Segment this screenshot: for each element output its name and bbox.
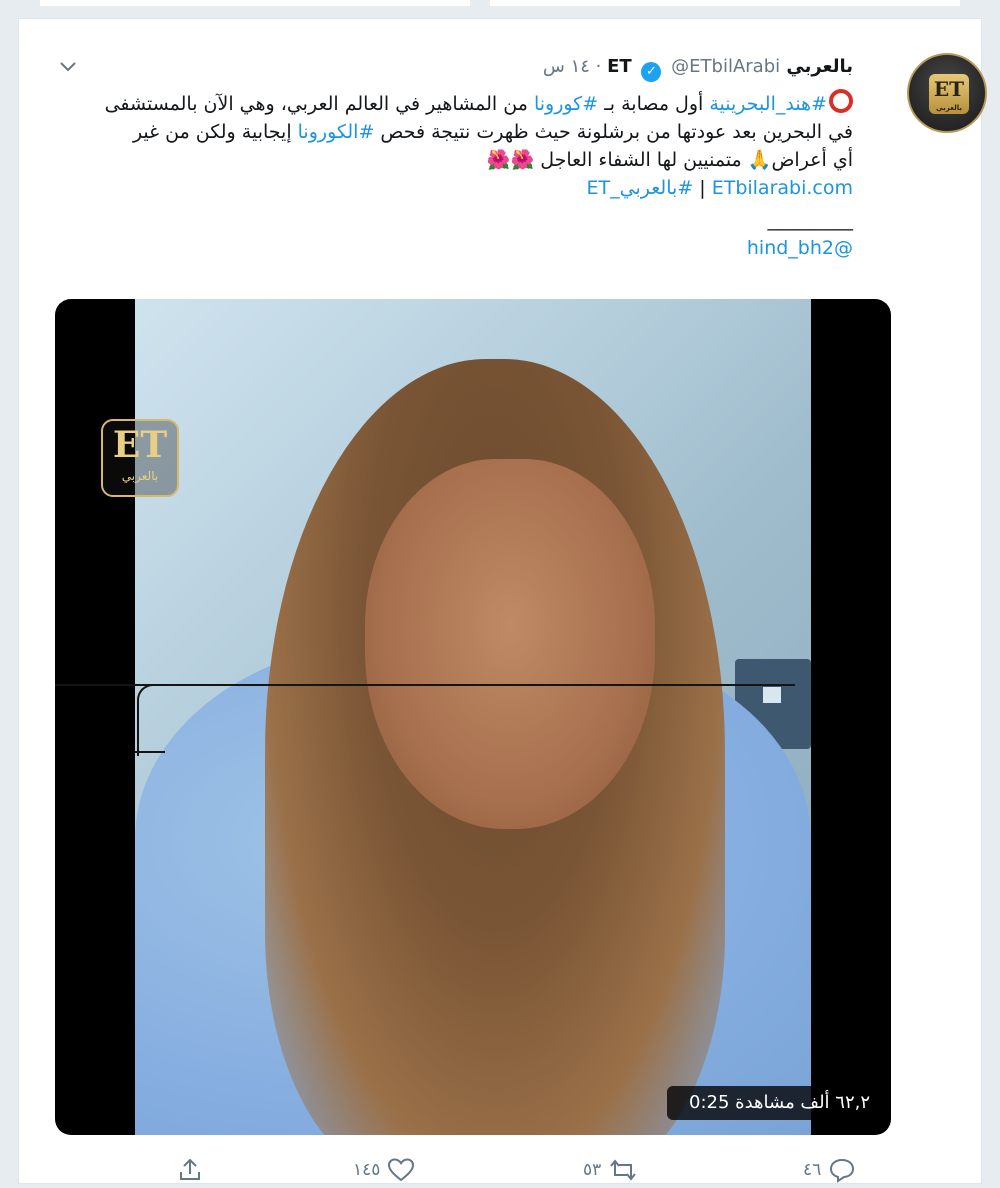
video-player[interactable]: ET بالعربي ٦٢,٢ ألف مشاهدة 0:25 [55,299,891,1135]
like-button[interactable]: ١٤٥ [353,1153,416,1187]
share-icon [177,1158,203,1180]
hashtag-bilarabi-et[interactable]: #بالعربي_ET [587,177,694,199]
top-strip [0,0,1000,18]
tweet-header: بالعربي ET ✓ @ETbilArabi · ١٤ س [543,56,853,82]
top-strip-segment [490,0,960,6]
hashtag-alcorona[interactable]: #الكورونا [298,121,375,143]
et-logo-subtext: بالعربي [121,469,159,483]
reply-icon [827,1158,857,1183]
flower-emoji-icon: 🌺🌺 [486,149,535,171]
tweet-line-4: ETbilarabi.com | #بالعربي_ET [33,174,853,202]
overlay-corner [137,684,163,756]
tweet-text-segment: متمنيين لها الشفاء العاجل [534,149,748,171]
share-button[interactable] [177,1153,203,1187]
tweet-text: #هند_البحرينية أول مصابة بـ #كورونا من ا… [33,89,853,262]
avatar[interactable]: ET بالعربي [907,53,987,133]
tweet-text-segment: في البحرين بعد عودتها من برشلونة حيث ظهر… [374,121,853,143]
chevron-down-icon[interactable] [57,55,79,77]
tweet-text-segment: أي أعراض [771,149,853,171]
tweet-card[interactable]: ET بالعربي بالعربي ET ✓ @ETbilArabi · ١٤… [18,18,987,1187]
view-count: ٦٢,٢ ألف مشاهدة [735,1092,871,1113]
video-frame[interactable] [135,299,811,1135]
verified-badge-icon: ✓ [641,62,662,82]
hashtag-hind[interactable]: #هند_البحرينية [709,93,827,115]
retweet-count: ٥٣ [583,1160,602,1180]
et-logo-text: ET [112,424,168,466]
pray-emoji-icon: 🙏 [747,149,772,171]
avatar-logo: ET بالعربي [929,74,969,114]
top-strip-segment [40,0,470,6]
tweet-line-2: في البحرين بعد عودتها من برشلونة حيث ظهر… [33,118,853,146]
video-stats-badge: ٦٢,٢ ألف مشاهدة 0:25 [667,1086,881,1120]
author-handle[interactable]: @ETbilArabi [671,56,780,77]
separator-dot: · [595,56,602,77]
box-label [763,687,781,703]
tweet-line-3: أي أعراض🙏 متمنيين لها الشفاء العاجل 🌺🌺 [33,146,853,174]
tweet-line-1: #هند_البحرينية أول مصابة بـ #كورونا من ا… [33,89,853,118]
tweet-line-5: _________ [767,209,854,231]
red-circle-icon [829,89,853,113]
reply-button[interactable]: ٤٦ [803,1153,857,1187]
heart-icon [386,1158,416,1182]
overlay-line-short [135,751,165,753]
retweet-icon [607,1159,639,1181]
mention-hind[interactable]: @hind_bh2 [747,237,853,259]
et-overlay-logo: ET بالعربي [101,419,179,497]
overlay-line [55,684,795,686]
tweet-text-segment: من المشاهير في العالم العربي، وهي الآن ب… [104,93,534,115]
action-bar: ١٤٥ ٥٣ ٤٦ [19,1153,983,1187]
retweet-button[interactable]: ٥٣ [583,1153,639,1187]
video-subject-face [365,459,655,829]
tweet-text-segment: أول مصابة بـ [598,93,710,115]
video-duration: 0:25 [689,1092,730,1113]
tweet-line-6: @hind_bh2 [33,234,853,262]
like-count: ١٤٥ [353,1160,381,1180]
hashtag-corona[interactable]: #كورونا [534,93,598,115]
tweet-time[interactable]: ١٤ س [543,56,590,77]
reply-count: ٤٦ [803,1160,822,1180]
link-etbilarabi[interactable]: ETbilarabi.com [712,177,853,199]
tweet-text-segment: إيجابية ولكن من غير [132,121,298,143]
tweet-text-segment: | [693,177,712,199]
